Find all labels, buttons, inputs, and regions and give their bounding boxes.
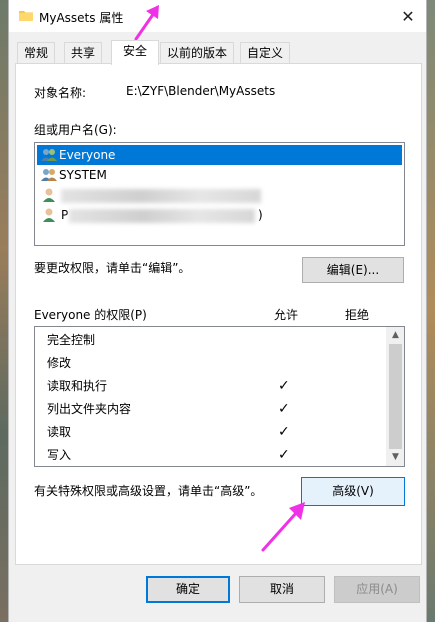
group-icon [41,169,57,181]
user-name-prefix: P [61,208,69,222]
list-item-redacted-user[interactable] [37,185,402,205]
scroll-down-icon[interactable]: ▼ [387,449,404,466]
allow-column-header: 允许 [274,308,299,322]
tab-previous-versions[interactable]: 以前的版本 [160,42,235,63]
tab-security[interactable]: 安全 [111,40,159,65]
scroll-up-icon[interactable]: ▲ [387,327,404,344]
window-title: MyAssets 属性 [39,11,124,25]
object-name-label: 对象名称: [34,86,87,100]
close-icon: ✕ [401,6,415,26]
cancel-button[interactable]: 取消 [239,576,325,603]
permission-row: 完全控制 [35,329,387,352]
tab-general[interactable]: 常规 [17,42,56,63]
permission-name: 完全控制 [47,333,96,347]
vertical-scrollbar[interactable]: ▲ ▼ [386,327,404,466]
advanced-hint: 有关特殊权限或高级设置，请单击“高级”。 [34,484,263,498]
list-item-everyone[interactable]: Everyone [37,145,402,165]
permission-name: 修改 [47,356,72,370]
desktop-background-right [427,0,435,622]
user-name-suffix: ) [258,208,263,222]
allow-check-icon: ✓ [278,447,290,463]
user-icon [43,208,55,222]
advanced-button[interactable]: 高级(V) [301,477,405,506]
apply-button[interactable]: 应用(A) [334,576,420,603]
close-button[interactable]: ✕ [396,4,420,28]
allow-check-icon: ✓ [278,378,290,394]
title-bar: MyAssets 属性 ✕ [9,0,426,32]
user-name: Everyone [59,148,116,162]
security-panel: 对象名称: E:\ZYF\Blender\MyAssets 组或用户名(G): … [15,63,422,565]
allow-check-icon: ✓ [278,401,290,417]
user-icon [43,188,55,202]
folder-icon [19,11,33,21]
deny-column-header: 拒绝 [345,308,370,322]
tab-sharing[interactable]: 共享 [64,42,103,63]
allow-check-icon: ✓ [278,424,290,440]
permission-row: 读取和执行 ✓ [35,375,387,398]
tab-strip: 常规 共享 安全 以前的版本 自定义 [15,40,415,65]
user-list[interactable]: Everyone SYSTEM P) [34,142,405,246]
user-name: SYSTEM [59,168,107,182]
permissions-list[interactable]: 完全控制 修改 读取和执行 ✓ 列出文件夹内容 ✓ 读取 ✓ 写入 ✓ ▲ ▼ [34,326,405,467]
change-permissions-hint: 要更改权限，请单击“编辑”。 [34,261,191,275]
desktop-background-left [0,0,8,622]
properties-dialog: MyAssets 属性 ✕ 常规 共享 安全 以前的版本 自定义 对象名称: E… [8,0,427,622]
groups-label: 组或用户名(G): [34,123,117,137]
redacted-text [69,209,255,223]
scrollbar-thumb[interactable] [389,344,402,449]
group-icon [41,149,57,161]
list-item-system[interactable]: SYSTEM [37,165,402,185]
permission-name: 读取和执行 [47,379,108,393]
object-name-value: E:\ZYF\Blender\MyAssets [126,84,276,98]
ok-button[interactable]: 确定 [146,576,230,603]
permission-name: 读取 [47,425,72,439]
permission-name: 写入 [47,448,72,462]
list-item-redacted-user[interactable]: P ) [37,205,402,225]
redacted-text [61,189,261,203]
permission-row: 写入 ✓ [35,444,387,466]
permission-name: 列出文件夹内容 [47,402,132,416]
tab-customize[interactable]: 自定义 [240,42,291,63]
permission-row: 读取 ✓ [35,421,387,444]
permission-row: 列出文件夹内容 ✓ [35,398,387,421]
edit-button[interactable]: 编辑(E)... [302,257,404,283]
permissions-header: Everyone 的权限(P) [34,308,147,322]
permission-row: 修改 [35,352,387,375]
